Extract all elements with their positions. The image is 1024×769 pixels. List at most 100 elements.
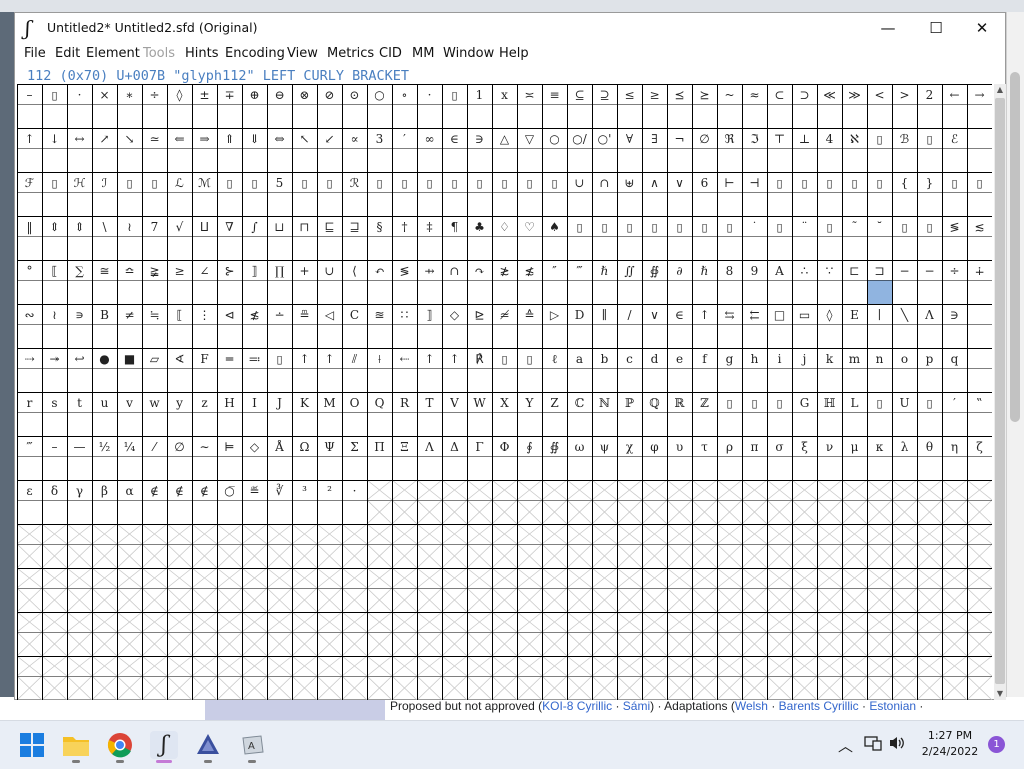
empty-glyph-slot[interactable] [191, 567, 218, 613]
glyph-cell-label[interactable]: ℟ [475, 352, 483, 366]
glyph-cell-label[interactable]: k [826, 352, 834, 366]
empty-glyph-slot[interactable] [766, 567, 793, 613]
glyph-cell-label[interactable]: ≒ [149, 308, 159, 322]
glyph-cell-label[interactable]: K [300, 396, 310, 410]
empty-glyph-slot[interactable] [866, 655, 893, 700]
glyph-cell-label[interactable]: ° [27, 264, 33, 278]
glyph-cell-label[interactable]: ▯ [426, 177, 432, 190]
glyph-cell-label[interactable]: ∋ [950, 308, 959, 322]
glyph-cell-label[interactable]: ⇔ [274, 132, 284, 146]
glyph-cell-label[interactable]: ∼ [199, 440, 209, 454]
glyph-cell-label[interactable]: ⟦ [177, 308, 183, 322]
glyph-cell-label[interactable]: D [575, 308, 585, 322]
empty-glyph-slot[interactable] [166, 611, 193, 657]
glyph-cell-label[interactable]: ℂ [575, 396, 585, 410]
empty-glyph-slot[interactable] [766, 611, 793, 657]
glyph-grid[interactable]: – ▯ · × ∗ ÷ ◊ ± ∓ ⊕ ⊖ ⊗ ⊘ ⊙ ○ ∘ · ▯ 1 x ≍ ≡ ⊆ ⊇ ≤ ≥ ⪯ ⪰ ~ ≈ ⊂ ⊃ ≪ ≫ < >2 ← → ↑… [17, 84, 992, 700]
glyph-cell-label[interactable]: κ [876, 440, 884, 454]
empty-glyph-slot[interactable] [791, 655, 818, 700]
empty-glyph-slot[interactable] [816, 611, 843, 657]
glyph-cell-label[interactable]: ⇆ [724, 308, 734, 322]
glyph-cell-label[interactable]: ▯ [401, 177, 407, 190]
glyph-cell-label[interactable]: W [473, 396, 486, 410]
glyph-cell-label[interactable]: ≪ [823, 88, 836, 102]
empty-glyph-slot[interactable] [291, 523, 318, 569]
glyph-cell-label[interactable]: ▯ [576, 221, 582, 234]
glyph-cell-label[interactable]: □ [774, 308, 785, 322]
empty-glyph-slot[interactable] [266, 655, 293, 700]
menu-metrics[interactable]: Metrics [327, 46, 374, 61]
glyph-cell-label[interactable]: † [402, 220, 408, 234]
glyph-cell-label[interactable]: ω [575, 440, 585, 454]
glyph-cell-label[interactable]: V [449, 396, 459, 410]
glyph-cell-label[interactable]: 6 [701, 176, 709, 190]
glyph-cell-label[interactable]: ▯ [526, 177, 532, 190]
glyph-cell-label[interactable]: ∃ [651, 132, 658, 146]
glyph-cell-label[interactable]: d [651, 352, 659, 366]
glyph-cell-label[interactable]: ~ [724, 88, 734, 102]
empty-glyph-slot[interactable] [616, 655, 643, 700]
glyph-cell-label[interactable]: ⇑ [224, 132, 234, 146]
empty-glyph-slot[interactable] [491, 655, 518, 700]
glyph-cell-label[interactable]: b [601, 352, 609, 366]
empty-glyph-slot[interactable] [341, 523, 368, 569]
glyph-cell-label[interactable]: C [350, 308, 359, 322]
empty-glyph-slot[interactable] [366, 523, 393, 569]
empty-glyph-slot[interactable] [766, 655, 793, 700]
maximize-button[interactable]: ☐ [913, 13, 959, 43]
empty-glyph-slot[interactable] [116, 611, 143, 657]
link-sami[interactable]: Sámi [623, 699, 650, 713]
glyph-cell-label[interactable]: ● [99, 352, 109, 366]
empty-glyph-slot[interactable] [41, 611, 68, 657]
file-explorer-icon[interactable] [62, 731, 90, 759]
glyph-cell-label[interactable]: χ [626, 440, 634, 454]
empty-glyph-slot[interactable] [391, 479, 418, 525]
glyph-cell-label[interactable]: ∷ [401, 308, 409, 322]
glyph-cell-label[interactable]: ∓ [224, 88, 234, 102]
glyph-cell-label[interactable]: ▯ [726, 397, 732, 410]
glyph-cell-label[interactable]: ⇇ [749, 308, 759, 322]
empty-glyph-slot[interactable] [716, 655, 743, 700]
empty-glyph-slot[interactable] [741, 655, 768, 700]
empty-glyph-slot[interactable] [941, 611, 968, 657]
empty-glyph-slot[interactable] [691, 479, 718, 525]
glyph-cell-label[interactable]: ∢ [174, 352, 184, 366]
empty-glyph-slot[interactable] [591, 479, 618, 525]
glyph-cell-label[interactable]: ζ [976, 440, 983, 454]
glyph-cell-label[interactable]: × [99, 88, 109, 102]
empty-glyph-slot[interactable] [216, 523, 243, 569]
empty-glyph-slot[interactable] [441, 523, 468, 569]
glyph-cell-label[interactable]: < [874, 88, 884, 102]
empty-glyph-slot[interactable] [716, 611, 743, 657]
network-icon[interactable] [864, 735, 882, 755]
glyph-cell-label[interactable]: ▯ [651, 221, 657, 234]
empty-glyph-slot[interactable] [916, 523, 943, 569]
empty-glyph-slot[interactable] [366, 567, 393, 613]
glyph-cell-label[interactable]: A [774, 264, 784, 278]
empty-glyph-slot[interactable] [66, 655, 93, 700]
glyph-cell-label[interactable]: Π [374, 440, 384, 454]
glyph-cell-label[interactable]: \ [102, 220, 107, 234]
empty-glyph-slot[interactable] [966, 523, 992, 569]
glyph-cell-label[interactable]: – [27, 88, 33, 102]
glyph-cell-label[interactable]: ≠ [124, 308, 134, 322]
link-estonian[interactable]: Estonian [869, 699, 916, 713]
glyph-cell-label[interactable]: ψ [600, 440, 609, 454]
empty-glyph-slot[interactable] [641, 479, 668, 525]
glyph-cell-label[interactable]: ⊂ [774, 88, 784, 102]
glyph-cell-label[interactable]: ↓ [49, 132, 59, 146]
empty-glyph-slot[interactable] [341, 611, 368, 657]
empty-glyph-slot[interactable] [316, 611, 343, 657]
glyph-cell-label[interactable]: ≤ [624, 88, 634, 102]
glyph-cell-label[interactable]: ⊱ [224, 264, 234, 278]
vertical-scrollbar[interactable]: ▲ ▼ [994, 84, 1006, 700]
glyph-cell-label[interactable]: ∯ [550, 440, 559, 454]
glyph-cell-label[interactable]: R [400, 396, 410, 410]
glyph-cell-label[interactable]: ↑ [299, 352, 309, 366]
glyph-cell-label[interactable]: ∅ [699, 132, 709, 146]
glyph-cell-label[interactable]: ▯ [776, 221, 782, 234]
empty-glyph-slot[interactable] [341, 655, 368, 700]
glyph-cell-label[interactable]: T [425, 396, 433, 410]
empty-glyph-slot[interactable] [366, 655, 393, 700]
glyph-cell-label[interactable]: ▽ [525, 132, 535, 146]
